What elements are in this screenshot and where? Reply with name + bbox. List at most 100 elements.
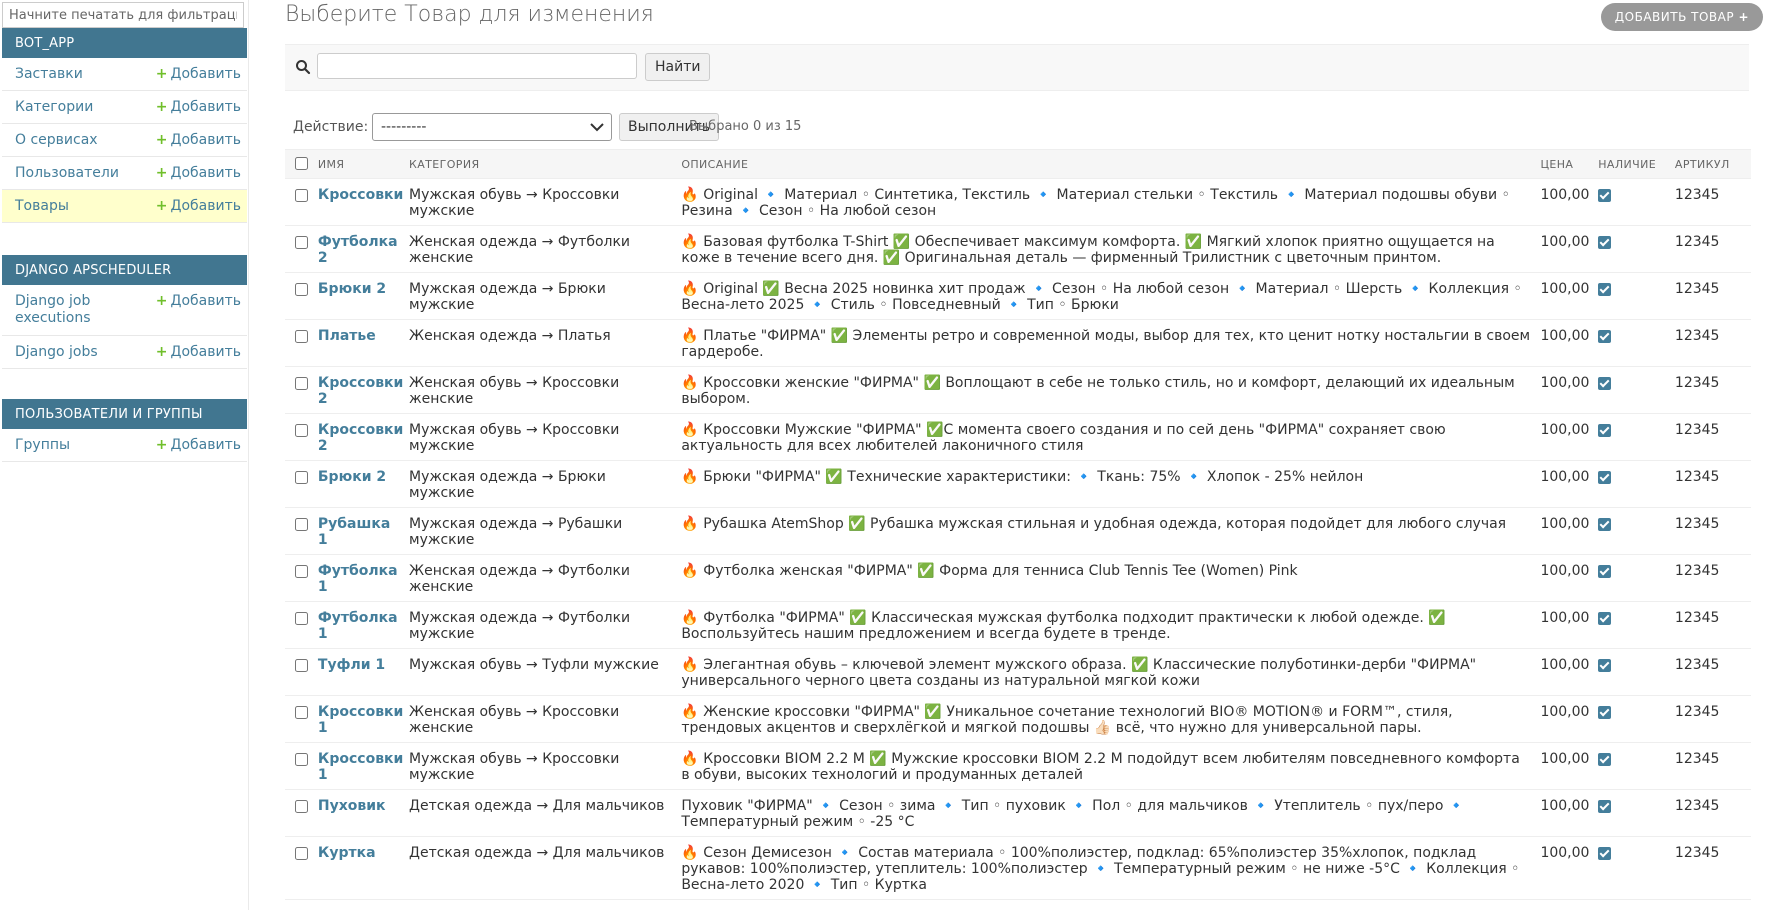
add-link[interactable]: + Добавить — [156, 165, 241, 181]
description-cell: 🔥 Элегантная обувь – ключевой элемент му… — [677, 648, 1537, 696]
row-select-cell — [285, 554, 314, 602]
price-cell: 100,00 — [1536, 178, 1595, 226]
add-link[interactable]: + Добавить — [156, 437, 241, 453]
sidebar-item-label[interactable]: Категории — [15, 99, 145, 116]
sidebar-item-services: О сервисах + Добавить — [2, 124, 247, 157]
column-header-description[interactable]: Описание — [677, 149, 1537, 179]
sidebar-item-categories: Категории + Добавить — [2, 91, 247, 124]
row-select-checkbox[interactable] — [294, 189, 308, 202]
category-cell: Женская одежда → Платья — [405, 319, 678, 367]
category-cell: Мужская обувь → Кроссовки мужские — [405, 178, 678, 226]
row-select-checkbox[interactable] — [294, 847, 308, 860]
availability-check-icon — [1598, 470, 1612, 484]
product-name-link[interactable]: Кроссовки 2 — [318, 375, 403, 407]
product-name-link[interactable]: Брюки 2 — [318, 469, 386, 485]
product-name-link[interactable]: Футболка 1 — [318, 563, 398, 595]
product-name-link[interactable]: Футболка 2 — [318, 234, 398, 266]
row-select-checkbox[interactable] — [294, 706, 308, 719]
name-cell: Брюки 2 — [313, 460, 406, 508]
product-name-link[interactable]: Куртка — [318, 845, 376, 861]
sidebar-item-label[interactable]: О сервисах — [15, 132, 145, 149]
sidebar-item-jobs: Django jobs + Добавить — [2, 336, 247, 369]
description-cell: 🔥 Женские кроссовки "ФИРМА" ✅ Уникальное… — [677, 695, 1537, 743]
description-cell: 🔥 Кроссовки BIOM 2.2 M ✅ Мужские кроссов… — [677, 742, 1537, 790]
product-name-link[interactable]: Кроссовки 2 — [318, 422, 403, 454]
column-header-availability[interactable]: Наличие — [1594, 149, 1671, 179]
category-cell: Мужская одежда → Брюки мужские — [405, 460, 678, 508]
category-cell: Мужская одежда → Футболки мужские — [405, 601, 678, 649]
price-cell: 100,00 — [1536, 648, 1595, 696]
search-button[interactable]: Найти — [645, 53, 711, 81]
row-select-checkbox[interactable] — [294, 330, 308, 343]
availability-check-icon — [1598, 752, 1612, 766]
add-link[interactable]: + Добавить — [156, 66, 241, 82]
row-select-checkbox[interactable] — [294, 659, 308, 672]
product-name-link[interactable]: Кроссовки 1 — [318, 751, 403, 783]
module-caption[interactable]: ПОЛЬЗОВАТЕЛИ И ГРУППЫ — [2, 399, 247, 429]
add-link[interactable]: + Добавить — [156, 132, 241, 148]
row-select-cell — [285, 601, 314, 649]
price-cell: 100,00 — [1536, 225, 1595, 273]
add-link[interactable]: + Добавить — [156, 344, 241, 360]
module-caption[interactable]: DJANGO APSCHEDULER — [2, 255, 247, 285]
product-name-link[interactable]: Рубашка 1 — [318, 516, 390, 548]
sku-cell: 12345 — [1670, 507, 1751, 555]
description-cell: Пуховик "ФИРМА" 🔹 Сезон ◦ зима 🔹 Тип ◦ п… — [677, 789, 1537, 837]
search-bar: Найти — [285, 44, 1749, 91]
add-label: Добавить — [170, 293, 241, 309]
add-label: Добавить — [170, 437, 241, 453]
product-name-link[interactable]: Платье — [318, 328, 376, 344]
sidebar-item-label[interactable]: Django jobs — [15, 344, 145, 361]
product-name-link[interactable]: Туфли 1 — [318, 657, 385, 673]
sidebar-item-label[interactable]: Пользователи — [15, 165, 145, 182]
row-select-checkbox[interactable] — [294, 424, 308, 437]
sidebar-item-job-executions: Django job executions + Добавить — [2, 285, 247, 336]
add-product-button[interactable]: ДОБАВИТЬ ТОВАР + — [1600, 3, 1763, 31]
row-select-checkbox[interactable] — [294, 753, 308, 766]
table-row: Пуховик Детская одежда → Для мальчиков Пух… — [285, 789, 1751, 837]
product-name-link[interactable]: Кроссовки — [318, 187, 403, 203]
availability-check-icon — [1598, 564, 1612, 578]
row-select-checkbox[interactable] — [294, 377, 308, 390]
column-header-sku[interactable]: Артикул — [1670, 149, 1751, 179]
category-cell: Женская обувь → Кроссовки женские — [405, 695, 678, 743]
column-header-price[interactable]: Цена — [1536, 149, 1595, 179]
price-cell: 100,00 — [1536, 507, 1595, 555]
row-select-checkbox[interactable] — [294, 471, 308, 484]
availability-cell — [1594, 460, 1671, 508]
select-all-checkbox[interactable] — [294, 157, 308, 170]
column-header-name[interactable]: Имя — [313, 149, 406, 179]
name-cell: Кроссовки 1 — [313, 695, 406, 743]
action-select[interactable]: --------- — [372, 113, 612, 141]
search-input[interactable] — [317, 53, 637, 79]
sidebar-item-label[interactable]: Группы — [15, 437, 145, 454]
row-select-checkbox[interactable] — [294, 283, 308, 296]
row-select-checkbox[interactable] — [294, 800, 308, 813]
module-caption[interactable]: BOT_APP — [2, 28, 247, 58]
sidebar-item-label[interactable]: Товары — [15, 198, 145, 215]
product-name-link[interactable]: Брюки 2 — [318, 281, 386, 297]
add-product-label: ДОБАВИТЬ ТОВАР — [1614, 10, 1735, 24]
row-select-checkbox[interactable] — [294, 518, 308, 531]
availability-cell — [1594, 695, 1671, 743]
page-title: Выберите Товар для изменения — [285, 2, 654, 27]
row-select-checkbox[interactable] — [294, 236, 308, 249]
column-header-category[interactable]: Категория — [405, 149, 678, 179]
product-name-link[interactable]: Футболка 1 — [318, 610, 398, 642]
sidebar-item-groups: Группы + Добавить — [2, 429, 247, 462]
main-content: Выберите Товар для изменения ДОБАВИТЬ ТО… — [283, 0, 1770, 910]
row-select-checkbox[interactable] — [294, 565, 308, 578]
availability-check-icon — [1598, 188, 1612, 202]
product-name-link[interactable]: Пуховик — [318, 798, 386, 814]
add-link[interactable]: + Добавить — [156, 198, 241, 214]
sku-cell: 12345 — [1670, 272, 1751, 320]
add-link[interactable]: + Добавить — [156, 99, 241, 115]
product-name-link[interactable]: Кроссовки 1 — [318, 704, 403, 736]
sidebar-item-label[interactable]: Заставки — [15, 66, 145, 83]
nav-filter-input[interactable] — [2, 2, 244, 28]
sidebar-item-label[interactable]: Django job executions — [15, 293, 145, 327]
add-link[interactable]: + Добавить — [156, 293, 241, 309]
row-select-checkbox[interactable] — [294, 612, 308, 625]
category-cell: Мужская обувь → Кроссовки мужские — [405, 742, 678, 790]
table-row: Платье Женская одежда → Платья 🔥 Платье "Ф… — [285, 319, 1751, 367]
